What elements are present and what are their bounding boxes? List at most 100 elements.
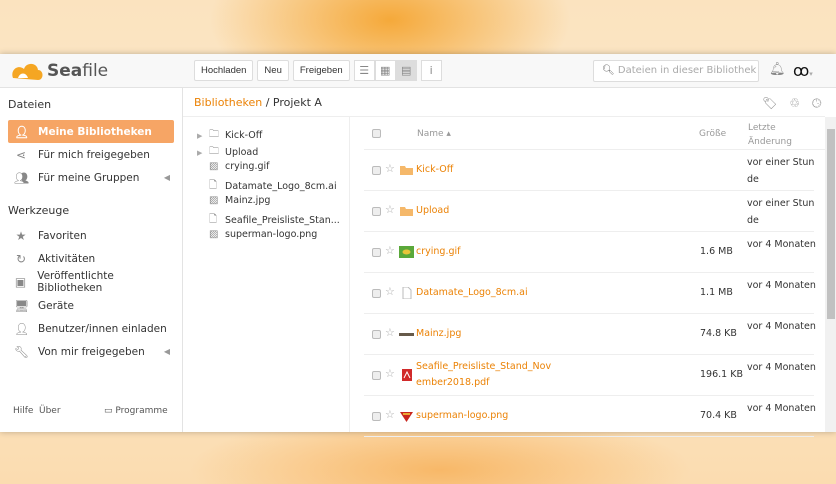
recycle-icon[interactable]: ♲ <box>789 96 800 111</box>
image-file-icon: ▨ <box>209 195 219 206</box>
history-icon: ↻ <box>15 251 27 266</box>
new-button[interactable]: Neu <box>257 60 289 81</box>
clock-icon[interactable]: 🕓︎ <box>812 96 822 111</box>
file-size: 74.8 KB <box>700 328 737 339</box>
tree-item[interactable]: ▨ superman-logo.png <box>197 229 317 240</box>
file-modified: vor einer Stunde <box>747 198 815 226</box>
file-name-link[interactable]: Seafile_Preisliste_Stand_November2018.pd… <box>416 359 556 391</box>
sidebar-item-groups[interactable]: 👥︎ Für meine Gruppen ◀ <box>8 166 174 189</box>
star-icon[interactable]: ☆ <box>385 162 395 175</box>
upload-button[interactable]: Hochladen <box>194 60 254 81</box>
star-icon[interactable]: ☆ <box>385 326 395 339</box>
breadcrumb-separator: / <box>265 96 270 109</box>
sidebar-item-shared-with-me[interactable]: ⋖ Für mich freigegeben <box>8 143 174 166</box>
file-name-link[interactable]: Datamate_Logo_8cm.ai <box>416 285 696 301</box>
sidebar-item-devices[interactable]: 🖥︎ Geräte <box>8 294 174 317</box>
star-icon[interactable]: ☆ <box>385 203 395 216</box>
avatar[interactable]: ꝏ▾ <box>793 61 813 80</box>
tree-item-label: Mainz.jpg <box>225 195 271 206</box>
file-name-link[interactable]: crying.gif <box>416 244 696 260</box>
caret-left-icon: ◀ <box>163 347 170 356</box>
star-icon[interactable]: ☆ <box>385 285 395 298</box>
scrollbar[interactable] <box>825 117 836 432</box>
file-modified: vor 4 Monaten <box>747 321 816 332</box>
row-checkbox[interactable] <box>372 289 381 298</box>
tree-item[interactable]: ▶ 🗀 Kick-Off <box>197 127 262 144</box>
table-row[interactable]: ☆ Datamate_Logo_8cm.ai 1.1 MB vor 4 Mona… <box>364 273 816 314</box>
pdf-icon <box>402 369 412 381</box>
list-view-icon[interactable]: ☰ <box>353 60 375 81</box>
share-icon: ⋖ <box>15 147 27 162</box>
top-header: Seafile Hochladen Neu Freigeben ☰ ▦ ▤ i … <box>0 54 836 88</box>
caret-right-icon[interactable]: ▶ <box>197 132 205 140</box>
seafile-logo[interactable]: Seafile <box>10 60 108 82</box>
about-link[interactable]: Über <box>39 406 61 416</box>
search-input[interactable]: 🔍︎ Dateien in dieser Bibliothek <box>593 60 759 82</box>
file-icon: 🗋 <box>209 180 218 191</box>
share-button[interactable]: Freigeben <box>292 60 350 81</box>
file-name-link[interactable]: superman-logo.png <box>416 408 696 424</box>
file-name-link[interactable]: Kick-Off <box>416 162 696 178</box>
tree-item-label: Seafile_Preisliste_Stan... <box>225 215 340 226</box>
row-checkbox[interactable] <box>372 248 381 257</box>
column-view-icon[interactable]: ▤ <box>395 60 417 81</box>
tree-item[interactable]: 🗋 Datamate_Logo_8cm.ai <box>197 178 337 195</box>
breadcrumb-libraries[interactable]: Bibliotheken <box>194 96 262 109</box>
row-checkbox[interactable] <box>372 330 381 339</box>
file-name-link[interactable]: Upload <box>416 203 696 219</box>
table-row[interactable]: ☆ Seafile_Preisliste_Stand_November2018.… <box>364 355 816 396</box>
file-icon: 🗋 <box>209 214 218 225</box>
breadcrumb: Bibliotheken / Projekt A <box>194 96 322 109</box>
row-checkbox[interactable] <box>372 166 381 175</box>
tree-item[interactable]: ▨ crying.gif <box>197 161 269 172</box>
tree-item[interactable]: 🗋 Seafile_Preisliste_Stan... <box>197 212 340 229</box>
logo-text: file <box>82 61 109 81</box>
file-icon <box>402 287 412 299</box>
modified-column-header[interactable]: Letzte Änderung <box>748 121 792 149</box>
sidebar: Dateien 👤︎ Meine Bibliotheken ⋖ Für mich f… <box>0 88 183 432</box>
table-row[interactable]: ☆ crying.gif 1.6 MB vor 4 Monaten <box>364 232 816 273</box>
row-checkbox[interactable] <box>372 371 381 380</box>
sidebar-item-activities[interactable]: ↻ Aktivitäten <box>8 247 174 270</box>
sidebar-item-shared-by-me[interactable]: 🔧︎ Von mir freigegeben ◀ <box>8 340 174 363</box>
name-column-header[interactable]: Name ▴ <box>417 129 451 139</box>
star-icon[interactable]: ☆ <box>385 408 395 421</box>
row-checkbox[interactable] <box>372 412 381 421</box>
file-modified: vor 4 Monaten <box>747 362 816 373</box>
file-table: Name ▴ Größe Letzte Änderung ☆ Kick-Off v… <box>350 117 829 437</box>
search-icon: 🔍︎ <box>602 65 615 76</box>
help-link[interactable]: Hilfe <box>13 406 33 416</box>
star-icon[interactable]: ☆ <box>385 367 395 380</box>
sidebar-item-label: Favoriten <box>38 229 87 242</box>
superman-thumbnail-icon <box>400 412 413 422</box>
star-icon[interactable]: ☆ <box>385 244 395 257</box>
row-checkbox[interactable] <box>372 207 381 216</box>
table-row[interactable]: ☆ Upload vor einer Stunde <box>364 191 814 232</box>
tree-item[interactable]: ▨ Mainz.jpg <box>197 195 270 206</box>
scrollbar-thumb[interactable] <box>827 129 835 319</box>
tag-icon[interactable]: 🏷︎ <box>762 96 777 111</box>
notification-bell-icon[interactable]: 🔔︎ <box>769 62 786 77</box>
sidebar-item-favorites[interactable]: ★ Favoriten <box>8 224 174 247</box>
size-column-header[interactable]: Größe <box>699 129 726 139</box>
info-icon[interactable]: i <box>420 60 442 81</box>
tree-item-label: crying.gif <box>225 161 270 172</box>
tree-item[interactable]: ▶ 🗀 Upload <box>197 144 258 161</box>
sidebar-item-label: Benutzer/innen einladen <box>38 322 167 335</box>
sidebar-item-my-libraries[interactable]: 👤︎ Meine Bibliotheken <box>8 120 174 143</box>
grid-view-icon[interactable]: ▦ <box>374 60 396 81</box>
clients-link[interactable]: ▭ Programme <box>104 406 168 416</box>
file-size: 196.1 KB <box>700 369 743 380</box>
table-row[interactable]: ☆ Mainz.jpg 74.8 KB vor 4 Monaten <box>364 314 816 355</box>
gif-thumbnail-icon <box>399 246 414 258</box>
tree-item-label: Datamate_Logo_8cm.ai <box>225 181 337 192</box>
table-row[interactable]: ☆ Kick-Off vor einer Stunde <box>364 150 814 191</box>
clients-label: Programme <box>115 406 168 416</box>
table-row[interactable]: ☆ superman-logo.png 70.4 KB vor 4 Monate… <box>364 396 816 437</box>
tree-item-label: Upload <box>225 147 259 158</box>
caret-right-icon[interactable]: ▶ <box>197 149 205 157</box>
sidebar-item-published[interactable]: ▣ Veröffentlichte Bibliotheken <box>8 270 174 294</box>
sidebar-item-invite[interactable]: 👤︎ Benutzer/innen einladen <box>8 317 174 340</box>
file-name-link[interactable]: Mainz.jpg <box>416 326 696 342</box>
select-all-checkbox[interactable] <box>372 129 381 138</box>
